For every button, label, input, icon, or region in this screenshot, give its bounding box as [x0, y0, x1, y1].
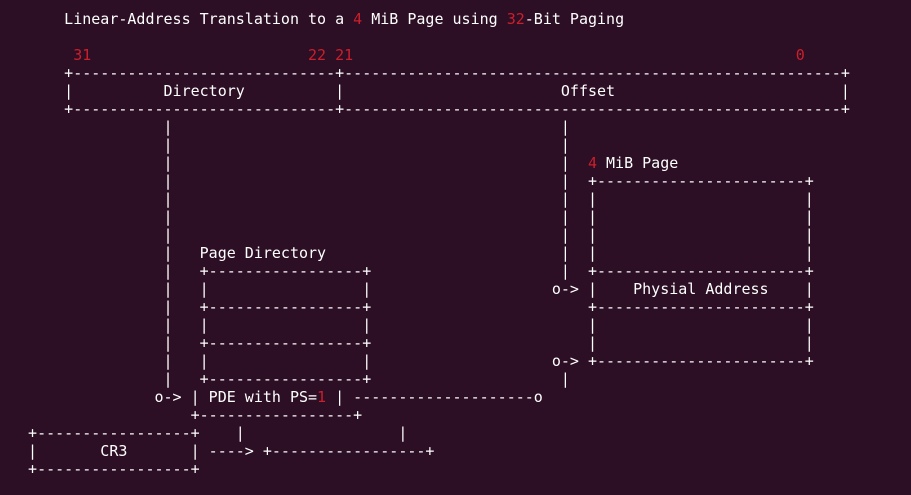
diagram-line: | | | |	[10, 208, 850, 226]
highlight-number: 1	[317, 388, 327, 406]
diagram-text: +-----------------+	[10, 460, 200, 478]
diagram-text: | | | | |	[10, 316, 814, 334]
diagram-text: | | | |	[10, 208, 814, 226]
diagram-text: | +-----------------+ | |	[10, 334, 814, 352]
diagram-line: | |	[10, 136, 850, 154]
diagram-text: | | | |	[10, 190, 814, 208]
diagram-text	[10, 46, 73, 64]
diagram-text: | --------------------o	[326, 388, 543, 406]
diagram-line: | | | o-> +-----------------------+	[10, 352, 850, 370]
highlight-number: 22	[308, 46, 327, 64]
diagram-line: +-----------------+ | |	[10, 424, 850, 442]
diagram-line: 31 22 21 0	[10, 46, 850, 64]
diagram-text	[326, 46, 335, 64]
diagram-line: | | | | |	[10, 316, 850, 334]
diagram-text: -Bit Paging	[524, 10, 625, 28]
diagram-text: | +-----------------+ | +---------------…	[10, 262, 814, 280]
diagram-text: | |	[10, 118, 570, 136]
diagram-text: | | | o-> +-----------------------+	[10, 352, 814, 370]
highlight-number: 21	[335, 46, 354, 64]
diagram-line: | CR3 | ----> +-----------------+	[10, 442, 850, 460]
diagram-text: +-----------------------------+---------…	[10, 100, 850, 118]
diagram-text: | +-----------------+ +-----------------…	[10, 298, 814, 316]
highlight-number: 4	[587, 154, 597, 172]
diagram-text: | |	[10, 154, 588, 172]
diagram-line: +-----------------------------+---------…	[10, 64, 850, 82]
diagram-text: | | | |	[10, 226, 814, 244]
diagram-line: | Directory | Offset |	[10, 82, 850, 100]
ascii-diagram: Linear-Address Translation to a 4 MiB Pa…	[10, 10, 850, 478]
diagram-text: +-----------------------------+---------…	[10, 64, 850, 82]
diagram-line: | | 4 MiB Page	[10, 154, 850, 172]
diagram-line: | | +-----------------------+	[10, 172, 850, 190]
diagram-line	[10, 28, 850, 46]
diagram-text	[353, 46, 796, 64]
highlight-number: 31	[73, 46, 92, 64]
diagram-line: | | | |	[10, 226, 850, 244]
diagram-text: MiB Page using	[362, 10, 507, 28]
diagram-line: o-> | PDE with PS=1 | ------------------…	[10, 388, 850, 406]
diagram-text: +-----------------+	[10, 406, 363, 424]
diagram-text	[91, 46, 308, 64]
diagram-line: +-----------------+	[10, 460, 850, 478]
diagram-line: | | | |	[10, 190, 850, 208]
diagram-line: +-----------------------------+---------…	[10, 100, 850, 118]
diagram-text: +-----------------+ | |	[10, 424, 408, 442]
diagram-text: MiB Page	[597, 154, 679, 172]
diagram-line: Linear-Address Translation to a 4 MiB Pa…	[10, 10, 850, 28]
diagram-text: Linear-Address Translation to a	[10, 10, 354, 28]
diagram-text: | | | o-> | Physial Address |	[10, 280, 814, 298]
highlight-number: 0	[795, 46, 805, 64]
diagram-line: | | | o-> | Physial Address |	[10, 280, 850, 298]
diagram-text: | Directory | Offset |	[10, 82, 850, 100]
diagram-line: | +-----------------+ |	[10, 370, 850, 388]
diagram-line: | |	[10, 118, 850, 136]
diagram-line: | Page Directory | | |	[10, 244, 850, 262]
diagram-line: | +-----------------+ | |	[10, 334, 850, 352]
highlight-number: 32	[506, 10, 525, 28]
diagram-text: | | +-----------------------+	[10, 172, 814, 190]
diagram-line: | +-----------------+ +-----------------…	[10, 298, 850, 316]
diagram-line: | +-----------------+ | +---------------…	[10, 262, 850, 280]
diagram-text: | Page Directory | | |	[10, 244, 814, 262]
diagram-text: o-> | PDE with PS=	[10, 388, 318, 406]
diagram-text: | CR3 | ----> +-----------------+	[10, 442, 435, 460]
diagram-line: +-----------------+	[10, 406, 850, 424]
highlight-number: 4	[353, 10, 363, 28]
diagram-text: | |	[10, 136, 570, 154]
diagram-text: | +-----------------+ |	[10, 370, 570, 388]
